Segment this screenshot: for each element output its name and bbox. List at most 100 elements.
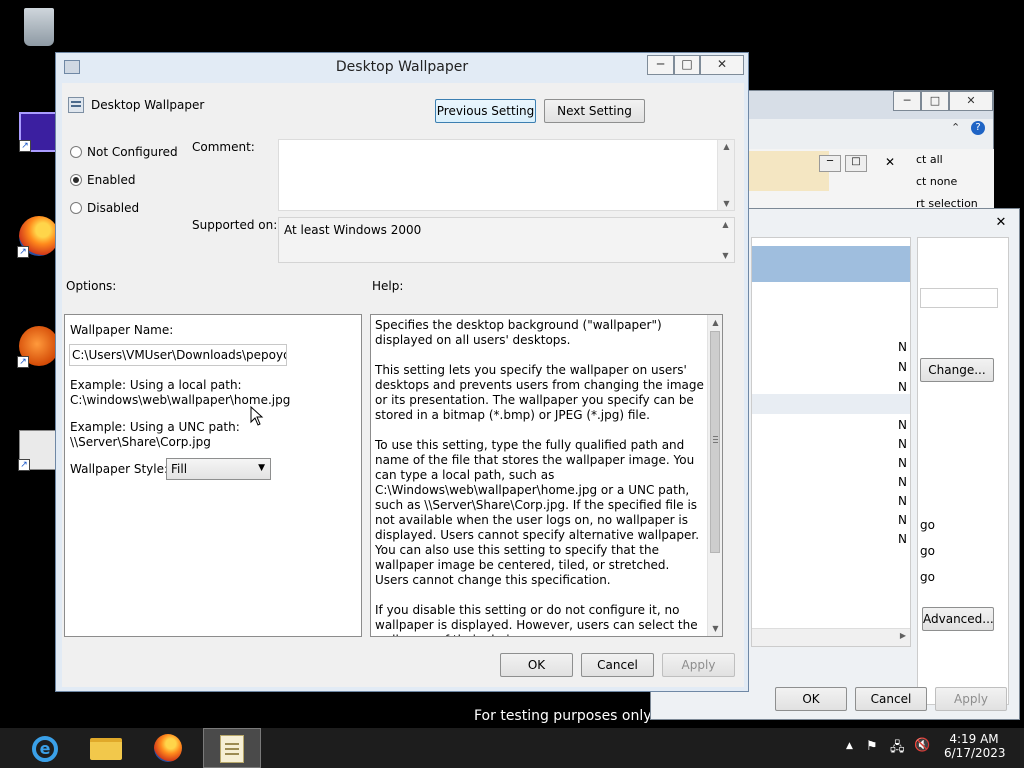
- cancel-button[interactable]: Cancel: [855, 687, 927, 711]
- help-paragraph: Specifies the desktop background ("wallp…: [375, 318, 662, 347]
- list-item-n: N: [898, 532, 907, 546]
- example-unc-path-value: \\Server\Share\Corp.jpg: [70, 435, 211, 449]
- help-scrollbar[interactable]: ▲ ▼: [707, 315, 722, 636]
- taskbar-internet-explorer[interactable]: e: [18, 728, 74, 768]
- scroll-right-icon[interactable]: ▶: [900, 631, 906, 640]
- policy-setting-icon: [68, 97, 84, 113]
- list-item-n: N: [898, 340, 907, 354]
- wallpaper-style-value: Fill: [171, 462, 188, 476]
- list-panel: N N N N N N N N N N ▶: [751, 237, 911, 647]
- action-center-flag-icon[interactable]: ⚑: [866, 739, 878, 754]
- chevron-up-icon[interactable]: ⌃: [951, 121, 960, 134]
- desktop-icon-label: SlideToSh: [0, 474, 58, 488]
- desktop-icon-recycle-bin[interactable]: Recycle B: [0, 8, 78, 64]
- list-row-highlight: [752, 394, 910, 414]
- desktop-icon-label: CPUID CP: [0, 156, 57, 170]
- clock-date: 6/17/2023: [944, 746, 1006, 760]
- previous-setting-button[interactable]: Previous Setting: [435, 99, 536, 123]
- chevron-down-icon: ▼: [258, 463, 265, 473]
- details-go: go: [920, 518, 935, 532]
- shortcut-arrow-icon: ↗: [17, 246, 29, 258]
- supported-on-field: At least Windows 2000 ▲ ▼: [278, 217, 735, 263]
- apply-button[interactable]: Apply: [662, 653, 735, 677]
- minimize-icon[interactable]: ─: [893, 91, 921, 111]
- wallpaper-name-input[interactable]: C:\Users\VMUser\Downloads\pepoyo.jpg: [69, 344, 287, 366]
- list-item-n: N: [898, 418, 907, 432]
- wallpaper-style-select[interactable]: Fill ▼: [166, 458, 271, 480]
- list-item-n: N: [898, 437, 907, 451]
- disabled-label[interactable]: Disabled: [87, 201, 139, 215]
- change-button[interactable]: Change...: [920, 358, 994, 382]
- not-configured-radio[interactable]: [70, 146, 82, 158]
- maximize-icon[interactable]: □: [674, 55, 700, 75]
- dialog-title: Desktop Wallpaper: [335, 59, 469, 75]
- help-icon[interactable]: ?: [971, 121, 985, 135]
- chevron-up-icon[interactable]: ▲: [846, 741, 853, 751]
- desktop-wallpaper-dialog[interactable]: Desktop Wallpaper ─ □ ✕ Desktop Wallpape…: [55, 52, 749, 692]
- taskbar-group-policy-active[interactable]: [203, 728, 261, 768]
- scroll-up-icon[interactable]: ▲: [708, 318, 722, 327]
- inner-window-fragment: [749, 151, 829, 191]
- desktop-icon-label: inkbal: [0, 370, 37, 384]
- dialog-titlebar[interactable]: Desktop Wallpaper ─ □ ✕: [56, 53, 748, 82]
- background-window-titlebar[interactable]: ─ □ ✕: [749, 91, 993, 119]
- policy-document-icon: [220, 735, 244, 763]
- options-label: Options:: [66, 279, 117, 293]
- details-field[interactable]: [920, 288, 998, 308]
- maximize-icon[interactable]: □: [845, 155, 867, 172]
- advanced-button[interactable]: Advanced...: [922, 607, 994, 631]
- minimize-icon[interactable]: ─: [819, 155, 841, 172]
- options-panel: Wallpaper Name: C:\Users\VMUser\Download…: [64, 314, 362, 637]
- shortcut-arrow-icon: ↗: [19, 140, 31, 152]
- wallpaper-style-label: Wallpaper Style:: [70, 462, 169, 476]
- close-icon[interactable]: ✕: [949, 91, 993, 111]
- enabled-label[interactable]: Enabled: [87, 173, 136, 187]
- list-selected-row[interactable]: [752, 246, 910, 282]
- wallpaper-name-value: C:\Users\VMUser\Downloads\pepoyo.jpg: [72, 348, 286, 362]
- scroll-up-icon[interactable]: ▲: [718, 142, 735, 151]
- scroll-down-icon[interactable]: ▼: [718, 199, 735, 208]
- minimize-icon[interactable]: ─: [647, 55, 674, 75]
- cancel-button[interactable]: Cancel: [581, 653, 654, 677]
- taskbar-file-explorer[interactable]: [80, 728, 136, 768]
- wallpaper-name-label: Wallpaper Name:: [70, 323, 174, 337]
- help-text: Specifies the desktop background ("wallp…: [375, 318, 705, 636]
- scroll-up-icon[interactable]: ▲: [717, 220, 734, 229]
- comment-textarea[interactable]: ▲ ▼: [278, 139, 735, 211]
- list-item-n: N: [898, 380, 907, 394]
- close-icon[interactable]: ✕: [987, 213, 1015, 233]
- menu-select-none[interactable]: ct none: [916, 175, 957, 188]
- menu-select-all[interactable]: ct all: [916, 153, 943, 166]
- scroll-down-icon[interactable]: ▼: [708, 624, 722, 633]
- next-setting-button[interactable]: Next Setting: [544, 99, 645, 123]
- close-icon[interactable]: ✕: [700, 55, 744, 75]
- cpuid-icon: ↗: [19, 112, 59, 152]
- inkball-icon: ↗: [17, 326, 59, 368]
- not-configured-label[interactable]: Not Configured: [87, 145, 178, 159]
- internet-explorer-icon: e: [32, 736, 58, 762]
- ok-button[interactable]: OK: [775, 687, 847, 711]
- supported-on-label: Supported on:: [192, 218, 278, 232]
- close-icon[interactable]: ✕: [877, 155, 903, 172]
- example-local-path-value: C:\windows\web\wallpaper\home.jpg: [70, 393, 291, 407]
- maximize-icon[interactable]: □: [921, 91, 949, 111]
- horizontal-scrollbar[interactable]: ▶: [752, 628, 910, 646]
- help-scrollbar-thumb[interactable]: [710, 331, 720, 553]
- supported-scrollbar[interactable]: ▲ ▼: [717, 218, 734, 262]
- ok-button[interactable]: OK: [500, 653, 573, 677]
- network-icon[interactable]: 🖧: [890, 738, 905, 760]
- enabled-radio[interactable]: [70, 174, 82, 186]
- list-item-n: N: [898, 360, 907, 374]
- desktop-icon-label: Recycle B: [0, 50, 59, 64]
- apply-button[interactable]: Apply: [935, 687, 1007, 711]
- details-panel: Change... go go go Advanced...: [917, 237, 1009, 705]
- volume-muted-icon[interactable]: 🔇: [914, 738, 930, 753]
- clock[interactable]: 4:19 AM 6/17/2023: [944, 732, 1006, 760]
- disabled-radio[interactable]: [70, 202, 82, 214]
- list-item-n: N: [898, 456, 907, 470]
- policy-name: Desktop Wallpaper: [91, 98, 205, 112]
- scroll-down-icon[interactable]: ▼: [717, 251, 734, 260]
- comment-scrollbar[interactable]: ▲ ▼: [717, 140, 734, 210]
- taskbar-firefox[interactable]: [142, 728, 198, 768]
- help-paragraph: If you disable this setting or do not co…: [375, 603, 698, 636]
